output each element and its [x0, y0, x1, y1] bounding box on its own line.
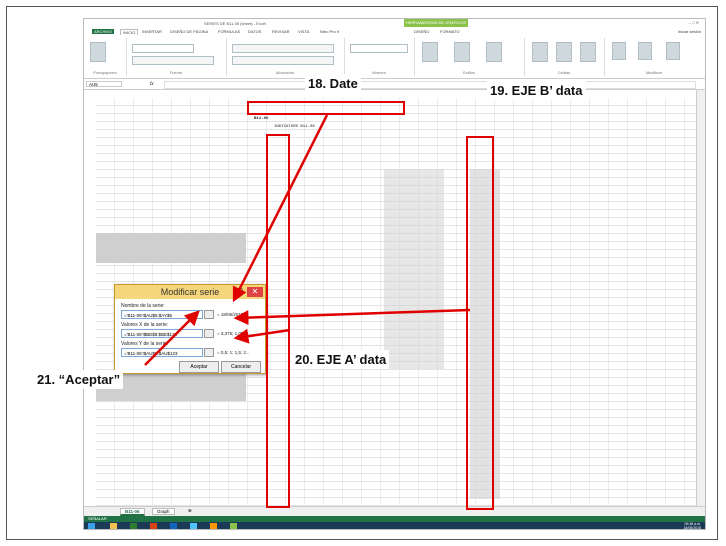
window-title: SERIES DE B11-06 (sheet) - Excel — [204, 21, 266, 26]
powerpoint-icon[interactable] — [150, 523, 157, 529]
excel-icon[interactable] — [130, 523, 137, 529]
series-name-field[interactable]: ='B11-06'!$AU$5:$AY$5 — [121, 310, 203, 319]
tab-datos[interactable]: DATOS — [248, 29, 261, 34]
group-styles: Estilos — [414, 38, 525, 76]
sort-filter-icon[interactable] — [638, 42, 652, 60]
add-sheet-icon[interactable]: ⊕ — [188, 508, 192, 514]
y-values-field[interactable]: ='B11-06'!$AU$8:$AU$123 — [121, 348, 203, 357]
file-explorer-icon[interactable] — [110, 523, 117, 529]
window-controls[interactable]: – □ ✕ — [689, 20, 699, 25]
cell-styles-icon[interactable] — [486, 42, 502, 62]
tab-diseno[interactable]: DISEÑO — [414, 29, 429, 34]
group-label: Portapapeles — [93, 70, 117, 75]
internet-explorer-icon[interactable] — [190, 523, 197, 529]
modify-series-dialog: Modificar serie ? ✕ Nombre de la serie: … — [114, 284, 266, 374]
find-select-icon[interactable] — [666, 42, 680, 60]
group-clipboard: Portapapeles — [84, 38, 127, 76]
format-cells-icon[interactable] — [580, 42, 596, 62]
insert-cells-icon[interactable] — [532, 42, 548, 62]
tab-revisar[interactable]: REVISAR — [272, 29, 290, 34]
help-icon[interactable]: ? — [239, 287, 243, 296]
tab-formato[interactable]: FORMATO — [440, 29, 460, 34]
word-icon[interactable] — [170, 523, 177, 529]
name-box[interactable]: AU5 — [86, 81, 122, 87]
callout-eje-b: 19. EJE B’ data — [487, 81, 586, 100]
range-picker-icon[interactable] — [204, 348, 214, 357]
vertical-scrollbar[interactable] — [696, 90, 705, 506]
callout-date: 18. Date — [305, 74, 361, 93]
group-cells: Celdas — [524, 38, 605, 76]
taskbar: 09:48 a.m. 18/06/2015 — [84, 522, 705, 530]
format-as-table-icon[interactable] — [454, 42, 470, 62]
range-picker-icon[interactable] — [204, 329, 214, 338]
windows-start-icon[interactable] — [88, 523, 95, 529]
sheet-title: B11-06 — [254, 117, 269, 121]
close-button[interactable]: ✕ — [247, 287, 263, 297]
tab-diseno-pagina[interactable]: DISEÑO DE PÁGINA — [170, 29, 208, 34]
ribbon-tabs: ARCHIVO INICIO INSERTAR DISEÑO DE PÁGINA… — [84, 28, 705, 36]
y-values-label: Valores Y de la serie: — [121, 341, 168, 347]
alignment-buttons[interactable] — [232, 44, 334, 53]
group-editing: Modificar — [604, 38, 704, 76]
delete-cells-icon[interactable] — [556, 42, 572, 62]
shaded-cells — [96, 233, 246, 263]
sheet-subtitle: INDICATORS B11-06 — [274, 125, 315, 129]
autosum-icon[interactable] — [612, 42, 626, 60]
shaded-cells — [384, 169, 444, 369]
tab-inicio[interactable]: INICIO — [120, 29, 139, 35]
series-name-preview: = 18/06/2015 — [217, 312, 244, 317]
eje-b-highlight-box — [466, 136, 494, 510]
formula-bar: AU5 fx — [84, 79, 705, 90]
app-icon[interactable] — [230, 523, 237, 529]
cancel-button[interactable]: Cancelar — [221, 361, 261, 373]
y-values-preview: = 0,5; 1; 1,5; 2... — [217, 350, 250, 355]
eje-a-highlight-box — [266, 134, 290, 508]
sign-in-link[interactable]: Iniciar sesión — [678, 29, 701, 34]
merge-buttons[interactable] — [232, 56, 334, 65]
status-mode: SEÑALAR — [88, 516, 107, 521]
x-values-preview: = 3,375; 1,05; 0,... — [217, 331, 254, 336]
group-font: Fuente — [126, 38, 227, 76]
tab-vista[interactable]: VISTA — [298, 29, 309, 34]
tab-formulas[interactable]: FÓRMULAS — [218, 29, 240, 34]
firefox-icon[interactable] — [210, 523, 217, 529]
excel-window: SERIES DE B11-06 (sheet) - Excel – □ ✕ A… — [83, 18, 706, 530]
ok-button[interactable]: Aceptar — [179, 361, 219, 373]
x-values-label: Valores X de la serie: — [121, 322, 169, 328]
font-name-select[interactable] — [132, 44, 194, 53]
callout-aceptar: 21. “Aceptar” — [34, 370, 124, 389]
tab-nitro[interactable]: Nitro Pro 9 — [320, 29, 339, 34]
tab-insertar[interactable]: INSERTAR — [142, 29, 162, 34]
tab-archivo[interactable]: ARCHIVO — [92, 29, 115, 34]
font-format-buttons[interactable] — [132, 56, 214, 65]
fx-icon[interactable]: fx — [150, 81, 154, 86]
group-number: Número — [344, 38, 415, 76]
group-label: Celdas — [557, 70, 571, 75]
paste-icon[interactable] — [90, 42, 106, 62]
group-label: Fuente — [169, 70, 183, 75]
group-label: Estilos — [463, 70, 475, 75]
clock: 09:48 a.m. 18/06/2015 — [683, 522, 701, 530]
x-values-field[interactable]: ='B11-06'!$BE$8:$BE$123 — [121, 329, 203, 338]
sheet-tab-graph[interactable]: Graph — [152, 508, 175, 515]
range-picker-icon[interactable] — [204, 310, 214, 319]
conditional-format-icon[interactable] — [422, 42, 438, 62]
group-alignment: Alineación — [226, 38, 345, 76]
number-format-select[interactable] — [350, 44, 408, 53]
ribbon: Portapapeles Fuente Alineación Número Es… — [84, 36, 705, 79]
callout-eje-a: 20. EJE A’ data — [292, 350, 390, 369]
series-name-label: Nombre de la serie: — [121, 303, 165, 309]
sheet-tab-b11-06[interactable]: B11-06 — [120, 508, 145, 516]
date-highlight-box — [247, 101, 405, 115]
formula-input[interactable] — [164, 81, 696, 89]
group-label: Modificar — [645, 70, 663, 75]
chart-tools-context-tab: HERRAMIENTAS DE GRÁFICOS — [404, 19, 468, 27]
title-bar: SERIES DE B11-06 (sheet) - Excel – □ ✕ — [84, 19, 705, 28]
